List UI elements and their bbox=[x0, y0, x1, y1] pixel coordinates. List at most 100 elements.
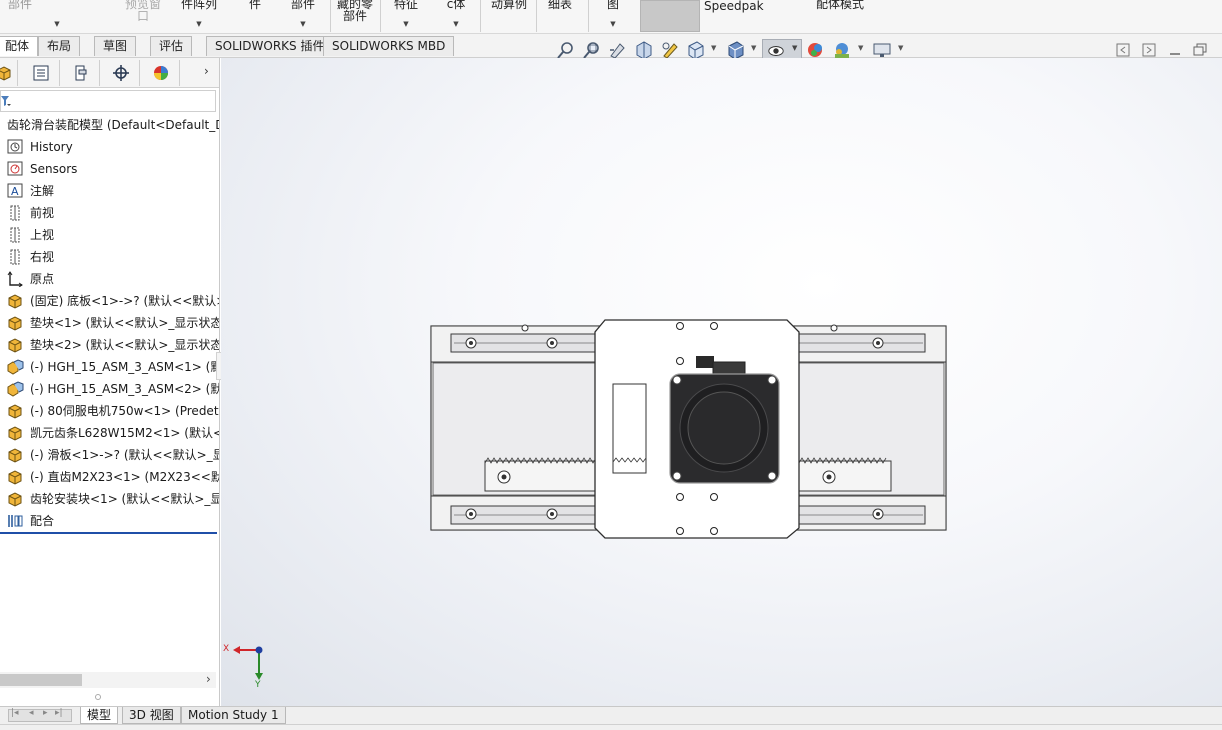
tab-feature-tree[interactable] bbox=[0, 60, 18, 86]
zoom-to-fit-icon[interactable] bbox=[556, 40, 576, 60]
tab-display-manager[interactable] bbox=[142, 60, 180, 86]
ribbon-item-speedpak[interactable]: Speedpak bbox=[704, 0, 764, 33]
tab-solidworks-mbd[interactable]: SOLIDWORKS MBD bbox=[323, 36, 455, 56]
display-style-icon[interactable] bbox=[726, 40, 746, 60]
tree-item-mates[interactable]: 配合 bbox=[0, 510, 219, 532]
tree-item-component-servo-motor[interactable]: (-) 80伺服电机750w<1> (Predete bbox=[0, 400, 219, 422]
ribbon-item-motion-study[interactable]: 动算例 bbox=[486, 0, 532, 33]
tree-item-component-spur-gear[interactable]: (-) 直齿M2X23<1> (M2X23<<默 bbox=[0, 466, 219, 488]
view-orientation-icon[interactable] bbox=[686, 40, 706, 60]
tree-item-component-rack[interactable]: 凯元齿条L628W15M2<1> (默认< bbox=[0, 422, 219, 444]
plane-icon bbox=[10, 227, 20, 243]
tree-item-right-plane[interactable]: 右视 bbox=[0, 246, 219, 268]
tab-layout[interactable]: 布局 bbox=[38, 36, 81, 56]
tree-item-history[interactable]: History bbox=[0, 136, 219, 158]
display-manager-icon bbox=[154, 66, 168, 80]
zoom-to-area-icon[interactable] bbox=[582, 40, 602, 60]
tab-motion-study-1[interactable]: Motion Study 1 bbox=[181, 707, 286, 724]
last-tab-icon[interactable]: ▸| bbox=[55, 708, 63, 718]
tab-solidworks-addins[interactable]: SOLIDWORKS 插件 bbox=[206, 36, 334, 56]
triad-y-label: Y bbox=[255, 680, 261, 690]
tab-assembly[interactable]: 配体 bbox=[0, 36, 39, 56]
edit-appearance-icon[interactable] bbox=[806, 40, 826, 60]
chevron-down-icon: ▼ bbox=[54, 20, 60, 28]
tree-item-origin[interactable]: 原点 bbox=[0, 268, 219, 290]
resize-grip[interactable] bbox=[95, 694, 101, 700]
view-settings-icon[interactable] bbox=[872, 40, 892, 60]
part-icon bbox=[8, 294, 22, 309]
ribbon-item-part[interactable]: 件 bbox=[240, 0, 270, 33]
chevron-right-icon[interactable]: › bbox=[206, 672, 211, 686]
tree-item-component-gear-mount[interactable]: 齿轮安装块<1> (默认<<默认>_显 bbox=[0, 488, 219, 510]
ribbon-item-bom[interactable]: 细表 bbox=[542, 0, 578, 33]
previous-view-icon[interactable] bbox=[608, 40, 628, 60]
ribbon-item-pattern[interactable]: 件阵列 ▼ bbox=[176, 0, 222, 33]
minimize-icon[interactable] bbox=[1168, 43, 1182, 57]
next-tab-icon[interactable]: ▸ bbox=[43, 708, 48, 718]
apply-scene-icon[interactable] bbox=[832, 40, 852, 60]
rollback-bar[interactable] bbox=[0, 532, 217, 534]
history-icon bbox=[7, 139, 23, 154]
tree-item-front-plane[interactable]: 前视 bbox=[0, 202, 219, 224]
chevron-down-icon[interactable]: ▼ bbox=[858, 44, 863, 52]
graphics-area[interactable]: X Y bbox=[221, 58, 1222, 706]
tab-property-manager[interactable] bbox=[22, 60, 60, 86]
first-tab-icon[interactable]: |◂ bbox=[11, 708, 19, 718]
tree-root-assembly[interactable]: 齿轮滑台装配模型 (Default<Default_D bbox=[0, 114, 219, 136]
command-manager-ribbon: 部件 ▼ 预览窗口 件阵列 ▼ 件 部件 ▼ 藏的零部件 特征 ▼ с体 ▼ 动算例 细表… bbox=[0, 0, 1222, 34]
ribbon-separator bbox=[536, 0, 537, 32]
tree-item-component-spacer-1[interactable]: 垫块<1> (默认<<默认>_显示状态 bbox=[0, 312, 219, 334]
status-bar bbox=[0, 724, 1222, 730]
chevron-down-icon[interactable]: ▼ bbox=[751, 44, 756, 52]
ribbon-item-component[interactable]: 部件 ▼ bbox=[286, 0, 320, 33]
tree-item-component-base-plate[interactable]: (固定) 底板<1>->? (默认<<默认> bbox=[0, 290, 219, 312]
previous-tab-icon[interactable]: ◂ bbox=[29, 708, 34, 718]
part-icon bbox=[8, 426, 22, 441]
chevron-down-icon[interactable]: ▼ bbox=[898, 44, 903, 52]
tab-scroll-arrows[interactable]: |◂ ◂ ▸ ▸| bbox=[8, 708, 72, 722]
ribbon-highlight-block[interactable] bbox=[640, 0, 700, 32]
tree-item-top-plane[interactable]: 上视 bbox=[0, 224, 219, 246]
chevron-down-icon: ▼ bbox=[403, 20, 409, 28]
tab-sketch[interactable]: 草图 bbox=[94, 36, 137, 56]
tree-item-subassembly-hgh15-1[interactable]: (-) HGH_15_ASM_3_ASM<1> (默认 bbox=[0, 356, 219, 378]
tab-configuration-manager[interactable] bbox=[62, 60, 100, 86]
scrollbar-thumb[interactable] bbox=[0, 674, 82, 686]
svg-text:A: A bbox=[11, 185, 19, 198]
property-list-icon bbox=[33, 65, 49, 81]
chevron-right-icon[interactable]: › bbox=[204, 64, 209, 78]
chevron-down-icon[interactable]: ▼ bbox=[711, 44, 716, 52]
tree-item-annotations[interactable]: A 注解 bbox=[0, 180, 219, 202]
previous-window-icon[interactable] bbox=[1116, 43, 1130, 57]
origin-icon bbox=[7, 271, 23, 287]
ribbon-item-body[interactable]: с体 ▼ bbox=[436, 0, 476, 33]
part-icon bbox=[8, 316, 22, 331]
ribbon-item-drawing[interactable]: 图 ▼ bbox=[596, 0, 630, 33]
ribbon-item-hidden-components[interactable]: 藏的零部件 bbox=[333, 0, 377, 33]
chevron-down-icon: ▼ bbox=[196, 20, 202, 28]
section-view-icon[interactable] bbox=[634, 40, 654, 60]
restore-icon[interactable] bbox=[1193, 43, 1207, 57]
tree-item-component-spacer-2[interactable]: 垫块<2> (默认<<默认>_显示状态 bbox=[0, 334, 219, 356]
dynamic-annotation-icon[interactable] bbox=[660, 40, 680, 60]
next-window-icon[interactable] bbox=[1142, 43, 1156, 57]
subassembly-icon bbox=[7, 359, 24, 375]
ribbon-separator bbox=[380, 0, 381, 32]
ribbon-item-preview-window[interactable]: 预览窗口 bbox=[120, 0, 166, 33]
tab-evaluate[interactable]: 评估 bbox=[150, 36, 193, 56]
feature-manager-panel: › 齿轮滑台装配模型 (Default<Default_D History Se… bbox=[0, 58, 228, 706]
tree-item-sensors[interactable]: Sensors bbox=[0, 158, 219, 180]
tab-model[interactable]: 模型 bbox=[80, 707, 119, 724]
tab-3d-views[interactable]: 3D 视图 bbox=[122, 707, 181, 724]
configuration-icon bbox=[75, 65, 87, 81]
tree-item-subassembly-hgh15-2[interactable]: (-) HGH_15_ASM_3_ASM<2> (默认 bbox=[0, 378, 219, 400]
chevron-down-icon: ▼ bbox=[453, 20, 459, 28]
ribbon-item-parts[interactable]: 部件 ▼ bbox=[0, 0, 60, 33]
tree-filter-input[interactable] bbox=[0, 90, 216, 112]
tree-item-component-slide-plate[interactable]: (-) 滑板<1>->? (默认<<默认>_显 bbox=[0, 444, 219, 466]
part-icon bbox=[8, 492, 22, 507]
ribbon-item-assembly-mode[interactable]: 配体模式 bbox=[816, 0, 864, 33]
horizontal-scrollbar[interactable]: › bbox=[0, 672, 216, 688]
ribbon-item-features[interactable]: 特征 ▼ bbox=[386, 0, 426, 33]
tab-dimxpert-manager[interactable] bbox=[102, 60, 140, 86]
